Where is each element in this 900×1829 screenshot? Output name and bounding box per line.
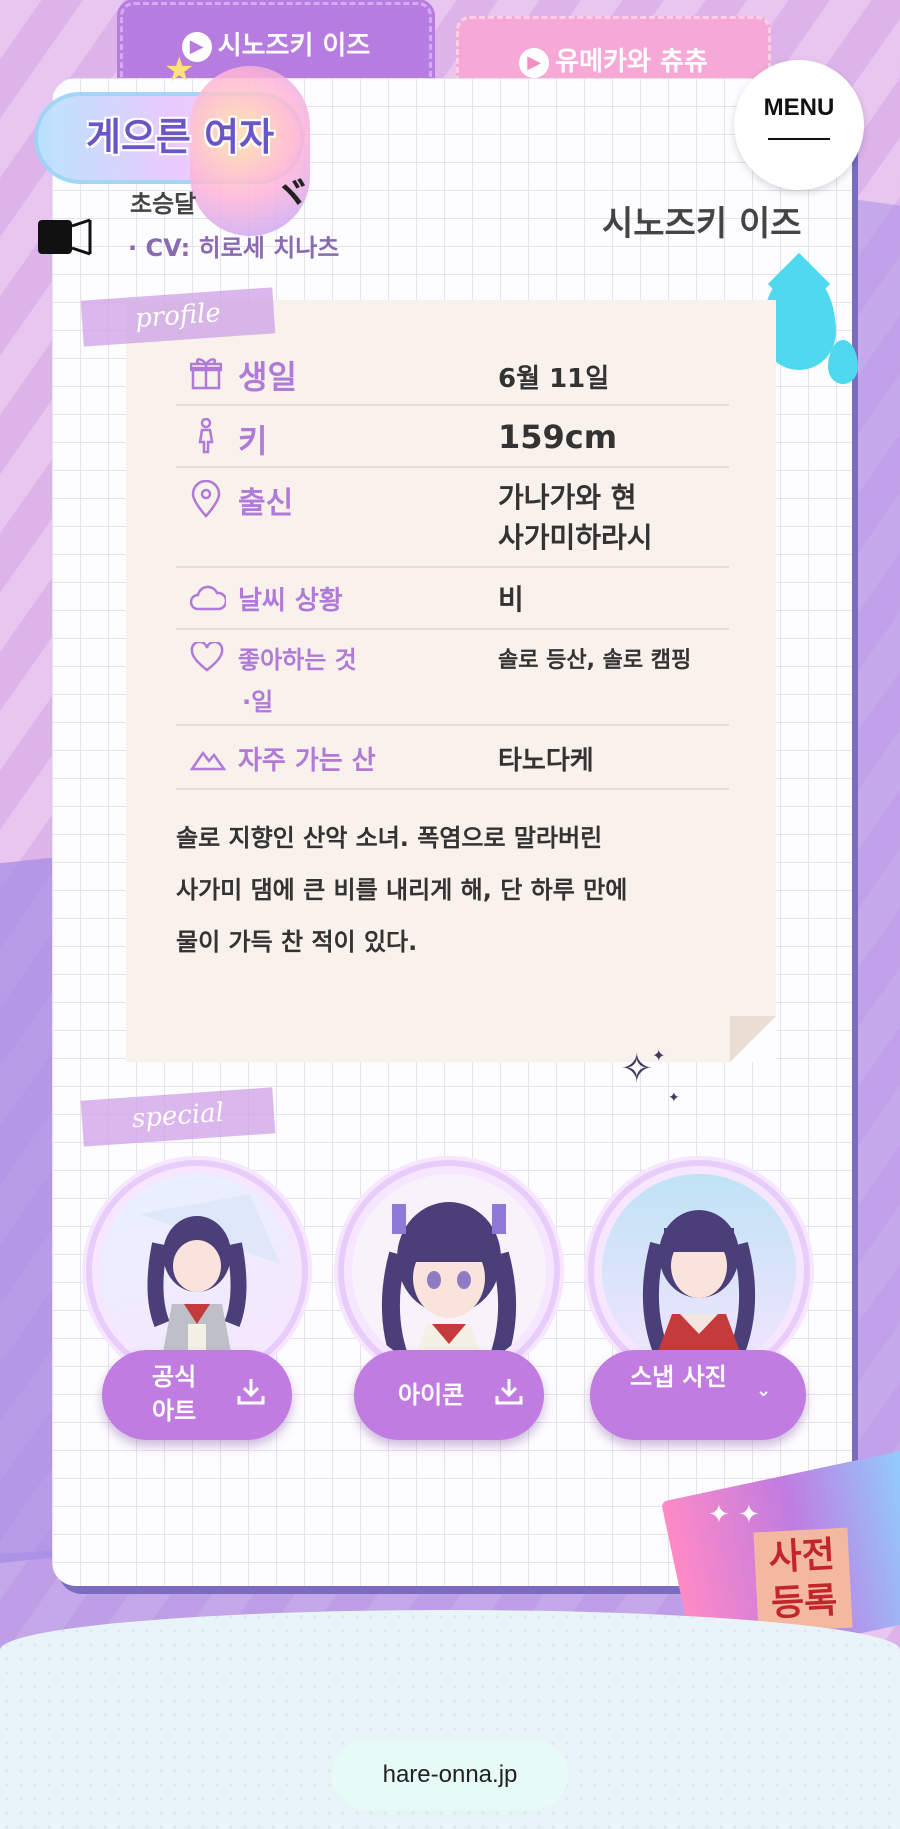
description-line: 솔로 지향인 산악 소녀. 폭염으로 말라버린 (176, 824, 603, 852)
star-icon: ★ (164, 50, 195, 90)
profile-label: 자주 가는 산 (238, 746, 376, 776)
cloud-icon (189, 584, 228, 616)
profile-value: 159cm (498, 418, 618, 456)
profile-value-line: 가나가와 현 (498, 481, 637, 514)
profile-row-birthday: 생일 6월 11일 (176, 350, 729, 406)
pre-register-label-line: 등록 (770, 1580, 839, 1625)
paper-fold (730, 1016, 776, 1062)
character-art-image (100, 1174, 294, 1368)
heart-icon (190, 640, 224, 677)
profile-value: 솔로 등산, 솔로 캠핑 (498, 648, 692, 673)
person-icon (190, 417, 222, 459)
button-label: 아이콘 (398, 1381, 465, 1409)
profile-row-height: 키 159cm (176, 406, 729, 468)
pre-register-label-line: 사전 (767, 1534, 836, 1579)
character-name: 시노즈키 이즈 (602, 204, 802, 244)
sparkle-icon: ✦ (652, 1046, 666, 1065)
icon-download-button[interactable]: 아이콘 (354, 1350, 544, 1440)
star-icon: ✦ ✦ (708, 1500, 760, 1530)
portrait-official-art (86, 1160, 308, 1382)
character-role: 초승달 (130, 190, 197, 218)
logo-mark: ヾ (272, 172, 312, 218)
gift-icon (189, 356, 223, 395)
menu-line-icon (768, 138, 830, 140)
profile-label: 생일 (238, 358, 297, 396)
tab-label: 유메카와 츄츄 (555, 47, 708, 77)
voice-actor: · CV: 히로세 치나츠 (128, 234, 340, 262)
profile-row-mountain: 자주 가는 산 타노다케 (176, 726, 729, 790)
profile-value-line: 사가미하라시 (498, 521, 653, 554)
download-icon (236, 1376, 266, 1413)
character-icon-image (352, 1174, 546, 1368)
button-label-line: 아트 (152, 1397, 197, 1425)
character-snap-image (602, 1174, 796, 1368)
profile-label: 키 (238, 422, 268, 460)
description-line: 사가미 댐에 큰 비를 내리게 해, 단 하루 만에 (176, 876, 628, 904)
profile-label: 출신 (238, 486, 294, 521)
button-label: 스냅 사진 (630, 1363, 727, 1391)
profile-label: 날씨 상황 (238, 586, 343, 616)
profile-value: 타노다케 (498, 746, 594, 776)
profile-value: 비 (498, 583, 524, 616)
mountain-icon (189, 744, 227, 776)
official-art-download-button[interactable]: 공식 아트 (102, 1350, 292, 1440)
portrait-icon (338, 1160, 560, 1382)
download-icon (494, 1376, 524, 1413)
menu-label: MENU (763, 94, 835, 121)
pre-register-button[interactable]: 사전 등록 (753, 1527, 853, 1633)
location-pin-icon (190, 479, 222, 523)
profile-row-likes: 좋아하는 것 ·일 솔로 등산, 솔로 캠핑 (176, 630, 729, 726)
menu-button[interactable]: MENU (734, 60, 864, 190)
profile-row-weather: 날씨 상황 비 (176, 568, 729, 630)
binder-clip-icon (38, 218, 92, 256)
arrow-right-icon: ▶ (519, 47, 550, 78)
description-line: 물이 가득 찬 적이 있다. (176, 928, 418, 956)
portrait-snap-photo (588, 1160, 810, 1382)
sparkle-icon: ✦ (668, 1090, 680, 1106)
site-logo[interactable]: 게으른 여자 (86, 106, 274, 161)
sparkle-icon: ✧ (620, 1046, 654, 1092)
chevron-down-icon: ⌄ (756, 1380, 772, 1401)
profile-value: 6월 11일 (498, 364, 610, 394)
profile-label-line: ·일 (242, 688, 274, 716)
snap-photo-dropdown-button[interactable]: 스냅 사진 ⌄ (590, 1350, 806, 1440)
button-label-line: 공식 (152, 1363, 197, 1391)
tab-label: 시노즈키 이즈 (217, 31, 371, 61)
site-url-badge[interactable]: hare-onna.jp (332, 1740, 568, 1810)
profile-row-origin: 출신 가나가와 현 사가미하라시 (176, 468, 729, 568)
profile-label-line: 좋아하는 것 (238, 646, 357, 674)
profile-description: 솔로 지향인 산악 소녀. 폭염으로 말라버린 사가미 댐에 큰 비를 내리게 … (176, 812, 706, 968)
